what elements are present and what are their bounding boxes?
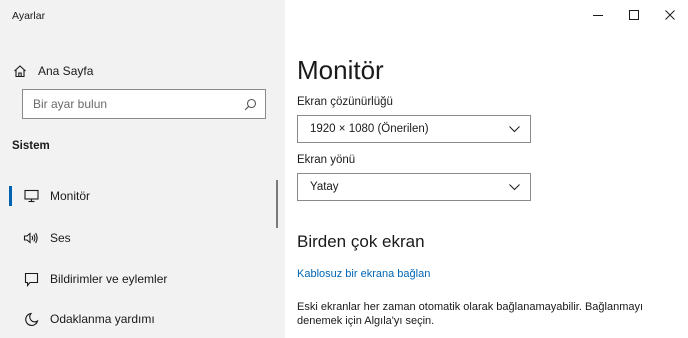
notification-icon: [23, 271, 39, 287]
page-title: Monitör: [297, 55, 384, 85]
moon-icon: [23, 311, 39, 327]
multi-display-description: Eski ekranlar her zaman otomatik olarak …: [297, 301, 644, 327]
monitor-icon: [23, 188, 39, 204]
home-icon: [12, 63, 28, 79]
minimize-button[interactable]: [580, 0, 616, 32]
minimize-icon: [593, 7, 603, 25]
sidebar-item-label: Ses: [50, 231, 71, 245]
section-label: Sistem: [12, 140, 50, 152]
sidebar: Ayarlar Ana Sayfa Sistem: [0, 0, 285, 338]
resolution-value: 1920 × 1080 (Önerilen): [310, 123, 429, 135]
main-content: Monitör Ekran çözünürlüğü 1920 × 1080 (Ö…: [285, 0, 688, 338]
orientation-label: Ekran yönü: [297, 154, 356, 166]
sidebar-item-label: Odaklanma yardımı: [50, 312, 155, 326]
home-label: Ana Sayfa: [38, 64, 94, 78]
orientation-value: Yatay: [310, 181, 339, 193]
resolution-dropdown[interactable]: 1920 × 1080 (Önerilen): [297, 115, 531, 143]
maximize-icon: [629, 7, 639, 25]
sidebar-item-label: Bildirimler ve eylemler: [50, 272, 168, 286]
sidebar-item-monitor[interactable]: Monitör: [0, 178, 285, 214]
window-controls: [580, 0, 688, 32]
sidebar-item-focus-assist[interactable]: Odaklanma yardımı: [0, 301, 285, 337]
chevron-down-icon: [508, 181, 520, 193]
home-nav-item[interactable]: Ana Sayfa: [12, 60, 93, 82]
chevron-down-icon: [508, 123, 520, 135]
search-icon[interactable]: [243, 97, 257, 111]
close-button[interactable]: [652, 0, 688, 32]
sidebar-item-notifications[interactable]: Bildirimler ve eylemler: [0, 261, 285, 297]
multi-display-heading: Birden çok ekran: [297, 232, 425, 251]
resolution-label: Ekran çözünürlüğü: [297, 96, 393, 108]
sidebar-item-sound[interactable]: Ses: [0, 220, 285, 256]
sidebar-item-label: Monitör: [50, 189, 91, 203]
maximize-button[interactable]: [616, 0, 652, 32]
search-box[interactable]: [22, 89, 266, 119]
orientation-dropdown[interactable]: Yatay: [297, 173, 531, 201]
speaker-icon: [23, 230, 39, 246]
sidebar-scrollbar[interactable]: [276, 180, 278, 228]
app-title: Ayarlar: [12, 10, 46, 22]
close-icon: [665, 7, 675, 25]
wireless-display-link[interactable]: Kablosuz bir ekrana bağlan: [297, 268, 430, 280]
search-input[interactable]: [33, 97, 243, 111]
